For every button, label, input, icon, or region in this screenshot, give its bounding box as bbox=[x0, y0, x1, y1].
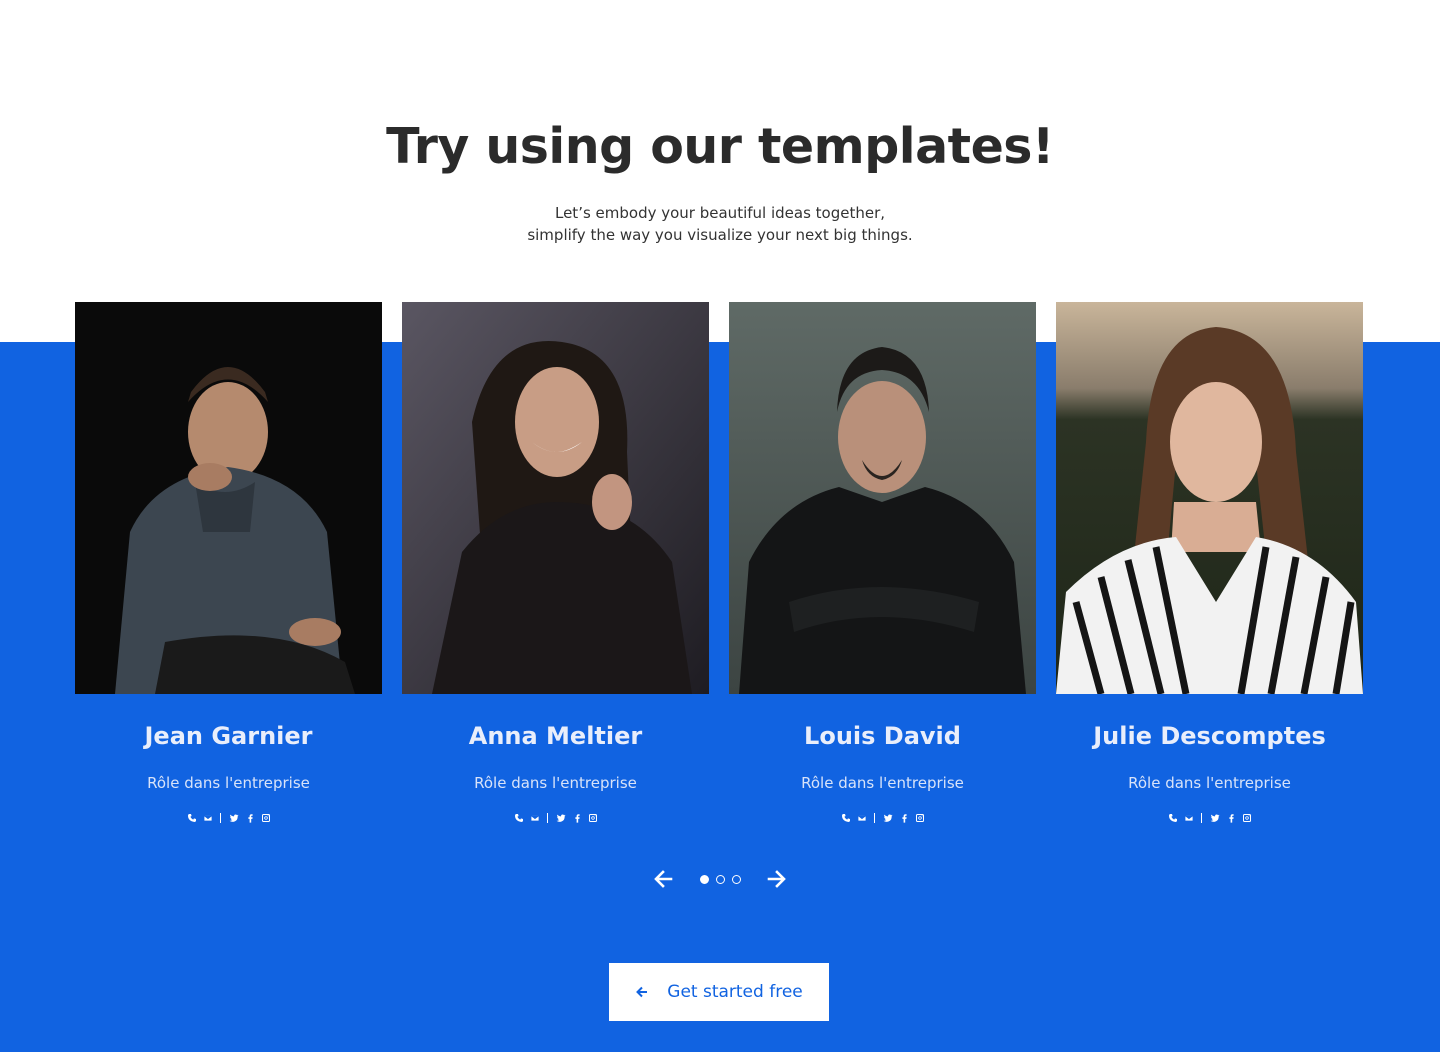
twitter-icon[interactable] bbox=[1209, 813, 1220, 824]
carousel-next-button[interactable] bbox=[764, 866, 790, 892]
member-role: Rôle dans l'entreprise bbox=[474, 774, 637, 792]
carousel-pagination bbox=[699, 874, 741, 884]
member-name: Anna Meltier bbox=[468, 722, 643, 750]
team-card: Louis David Rôle dans l'entreprise bbox=[729, 302, 1036, 824]
instagram-icon[interactable] bbox=[1241, 813, 1252, 824]
team-member-photo bbox=[729, 302, 1036, 694]
social-links bbox=[402, 812, 709, 824]
facebook-icon[interactable] bbox=[571, 813, 582, 824]
instagram-icon[interactable] bbox=[260, 813, 271, 824]
phone-icon[interactable] bbox=[1167, 813, 1178, 824]
instagram-icon[interactable] bbox=[587, 813, 598, 824]
subtitle-line-1: Let’s embody your beautiful ideas togeth… bbox=[554, 204, 886, 222]
team-card: Jean Garnier Rôle dans l'entreprise bbox=[75, 302, 382, 824]
portrait-image bbox=[402, 302, 709, 694]
arrow-left-icon bbox=[635, 985, 649, 999]
portrait-image bbox=[729, 302, 1036, 694]
carousel-dot-2[interactable] bbox=[715, 874, 725, 884]
team-member-photo bbox=[402, 302, 709, 694]
facebook-icon[interactable] bbox=[1225, 813, 1236, 824]
portrait-image bbox=[1056, 302, 1363, 694]
instagram-icon[interactable] bbox=[914, 813, 925, 824]
portrait-image bbox=[75, 302, 382, 694]
social-divider bbox=[220, 813, 221, 823]
arrow-left-icon bbox=[654, 870, 673, 888]
phone-icon[interactable] bbox=[186, 813, 197, 824]
subtitle-line-2: simplify the way you visualize your next… bbox=[527, 226, 913, 244]
twitter-icon[interactable] bbox=[228, 813, 239, 824]
social-links bbox=[729, 812, 1036, 824]
mail-icon[interactable] bbox=[202, 813, 213, 824]
phone-icon[interactable] bbox=[840, 813, 851, 824]
social-links bbox=[75, 812, 382, 824]
mail-icon[interactable] bbox=[529, 813, 540, 824]
carousel-navigation bbox=[650, 866, 790, 892]
carousel-dot-1[interactable] bbox=[699, 874, 709, 884]
team-member-photo bbox=[75, 302, 382, 694]
social-divider bbox=[547, 813, 548, 823]
twitter-icon[interactable] bbox=[882, 813, 893, 824]
facebook-icon[interactable] bbox=[244, 813, 255, 824]
mail-icon[interactable] bbox=[856, 813, 867, 824]
team-card: Anna Meltier Rôle dans l'entreprise bbox=[402, 302, 709, 824]
member-role: Rôle dans l'entreprise bbox=[801, 774, 964, 792]
carousel-prev-button[interactable] bbox=[650, 866, 676, 892]
team-card: Julie Descomptes Rôle dans l'entreprise bbox=[1056, 302, 1363, 824]
carousel-dot-3[interactable] bbox=[731, 874, 741, 884]
team-member-photo bbox=[1056, 302, 1363, 694]
get-started-button[interactable]: Get started free bbox=[609, 963, 829, 1021]
social-divider bbox=[874, 813, 875, 823]
member-role: Rôle dans l'entreprise bbox=[147, 774, 310, 792]
member-role: Rôle dans l'entreprise bbox=[1128, 774, 1291, 792]
facebook-icon[interactable] bbox=[898, 813, 909, 824]
social-divider bbox=[1201, 813, 1202, 823]
twitter-icon[interactable] bbox=[555, 813, 566, 824]
member-name: Julie Descomptes bbox=[1093, 722, 1326, 750]
mail-icon[interactable] bbox=[1183, 813, 1194, 824]
member-name: Jean Garnier bbox=[144, 722, 313, 750]
social-links bbox=[1056, 812, 1363, 824]
member-name: Louis David bbox=[804, 722, 961, 750]
arrow-right-icon bbox=[767, 870, 786, 888]
get-started-label: Get started free bbox=[667, 982, 803, 1002]
phone-icon[interactable] bbox=[513, 813, 524, 824]
page-title: Try using our templates! bbox=[386, 118, 1054, 175]
